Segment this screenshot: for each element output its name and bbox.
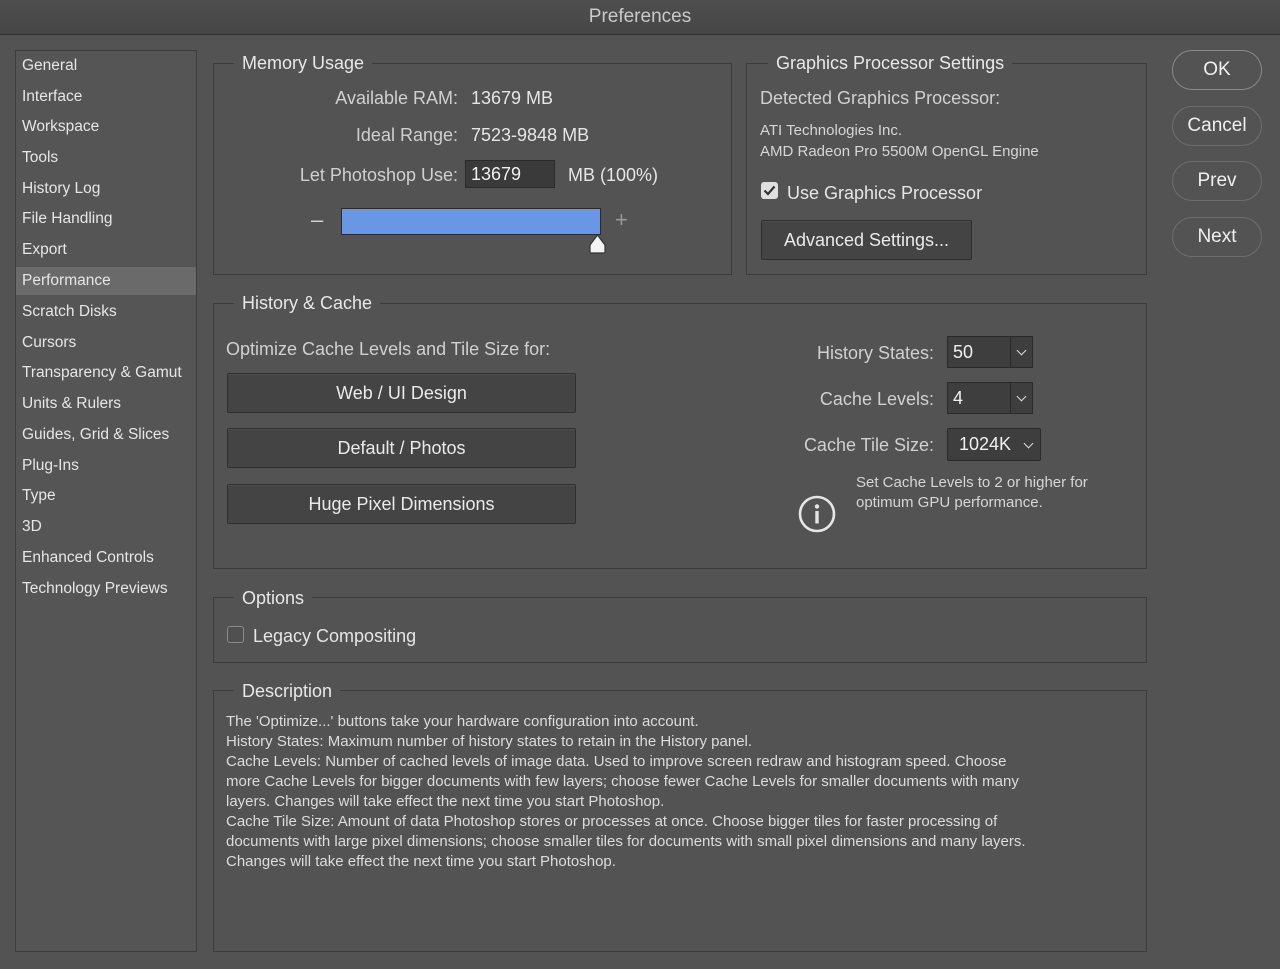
available-ram-value: 13679 MB: [471, 88, 554, 108]
memory-unit-label: MB (100%): [568, 165, 659, 185]
cache-tile-size-value: 1024K: [959, 434, 1012, 454]
chevron-down-icon: [1016, 391, 1027, 402]
memory-usage-title: Memory Usage: [234, 52, 373, 74]
description-line: The 'Optimize...' buttons take your hard…: [226, 713, 699, 730]
sidebar-item-history-log[interactable]: History Log: [16, 175, 196, 203]
huge-pixel-dimensions-button[interactable]: Huge Pixel Dimensions: [227, 484, 576, 524]
memory-slider-thumb[interactable]: [588, 234, 607, 254]
slider-thumb-icon: [589, 234, 606, 254]
sidebar-item-general[interactable]: General: [16, 52, 196, 80]
gpu-model: AMD Radeon Pro 5500M OpenGL Engine: [760, 143, 1039, 160]
optimize-label: Optimize Cache Levels and Tile Size for:: [226, 339, 551, 359]
history-states-combobox[interactable]: 50: [947, 336, 1033, 368]
sidebar-item-interface[interactable]: Interface: [16, 83, 196, 111]
legacy-compositing-label: Legacy Compositing: [253, 626, 417, 646]
cache-levels-label: Cache Levels:: [819, 389, 934, 409]
web-ui-design-button[interactable]: Web / UI Design: [227, 373, 576, 413]
chevron-down-icon: [1016, 345, 1027, 356]
history-states-label: History States:: [816, 343, 934, 363]
sidebar-item-technology-previews[interactable]: Technology Previews: [16, 575, 196, 603]
ideal-range-label: Ideal Range:: [355, 125, 458, 145]
use-gpu-checkbox[interactable]: [761, 182, 778, 199]
next-button[interactable]: Next: [1172, 217, 1262, 257]
window-title-bar: Preferences: [0, 0, 1280, 35]
memory-slider-track[interactable]: [341, 208, 601, 235]
info-icon: [798, 495, 838, 535]
chevron-down-icon: [1023, 438, 1034, 449]
ideal-range-value: 7523-9848 MB: [471, 125, 590, 145]
window-title: Preferences: [588, 6, 692, 27]
description-line: Cache Levels: Number of cached levels of…: [226, 753, 1007, 770]
history-cache-title: History & Cache: [234, 292, 381, 314]
advanced-settings-button[interactable]: Advanced Settings...: [761, 220, 972, 260]
memory-slider-fill: [342, 209, 600, 234]
history-states-value: 50: [953, 342, 974, 362]
checkmark-icon: [763, 185, 776, 196]
gpu-hint-line-2: optimum GPU performance.: [856, 494, 1043, 511]
sidebar-item-scratch-disks[interactable]: Scratch Disks: [16, 298, 196, 326]
description-line: more Cache Levels for bigger documents w…: [226, 773, 1019, 790]
gpu-vendor: ATI Technologies Inc.: [760, 122, 903, 139]
cache-levels-dropdown[interactable]: [1010, 383, 1032, 413]
memory-increase-icon[interactable]: +: [615, 209, 628, 231]
description-line: layers. Changes will take effect the nex…: [226, 793, 665, 810]
sidebar-item-transparency-gamut[interactable]: Transparency & Gamut: [16, 359, 196, 387]
memory-decrease-icon[interactable]: –: [311, 209, 323, 231]
sidebar-item-3d[interactable]: 3D: [16, 513, 196, 541]
description-title: Description: [234, 680, 341, 702]
sidebar-item-units-rulers[interactable]: Units & Rulers: [16, 390, 196, 418]
cache-tile-size-label: Cache Tile Size:: [803, 435, 934, 455]
sidebar-item-tools[interactable]: Tools: [16, 144, 196, 172]
sidebar-item-export[interactable]: Export: [16, 236, 196, 264]
sidebar-item-type[interactable]: Type: [16, 482, 196, 510]
use-gpu-label: Use Graphics Processor: [787, 183, 983, 203]
legacy-compositing-checkbox[interactable]: [227, 626, 244, 643]
cache-levels-combobox[interactable]: 4: [947, 382, 1033, 414]
cancel-button[interactable]: Cancel: [1172, 106, 1262, 146]
cache-tile-size-select[interactable]: 1024K: [947, 428, 1041, 461]
gpu-hint-line-1: Set Cache Levels to 2 or higher for: [856, 474, 1088, 491]
sidebar-category-list: General Interface Workspace Tools Histor…: [15, 50, 197, 952]
detected-gpu-label: Detected Graphics Processor:: [760, 88, 1001, 108]
memory-amount-input[interactable]: 13679: [465, 160, 555, 188]
prev-button[interactable]: Prev: [1172, 161, 1262, 201]
sidebar-item-workspace[interactable]: Workspace: [16, 113, 196, 141]
sidebar-item-guides-grid-slices[interactable]: Guides, Grid & Slices: [16, 421, 196, 449]
description-line: Changes will take effect the next time y…: [226, 853, 616, 870]
history-states-dropdown[interactable]: [1010, 337, 1032, 367]
sidebar-item-performance[interactable]: Performance: [16, 267, 196, 295]
sidebar-item-file-handling[interactable]: File Handling: [16, 205, 196, 233]
photoshop-use-label: Let Photoshop Use:: [299, 165, 458, 185]
sidebar-item-enhanced-controls[interactable]: Enhanced Controls: [16, 544, 196, 572]
sidebar-item-plug-ins[interactable]: Plug-Ins: [16, 452, 196, 480]
description-line: History States: Maximum number of histor…: [226, 733, 753, 750]
ok-button[interactable]: OK: [1172, 50, 1262, 90]
cache-levels-value: 4: [953, 388, 964, 408]
default-photos-button[interactable]: Default / Photos: [227, 428, 576, 468]
sidebar-item-cursors[interactable]: Cursors: [16, 329, 196, 357]
description-line: documents with large pixel dimensions; c…: [226, 833, 1026, 850]
description-line: Cache Tile Size: Amount of data Photosho…: [226, 813, 998, 830]
options-title: Options: [234, 587, 313, 609]
gpu-settings-title: Graphics Processor Settings: [768, 52, 1013, 74]
available-ram-label: Available RAM:: [335, 88, 458, 108]
